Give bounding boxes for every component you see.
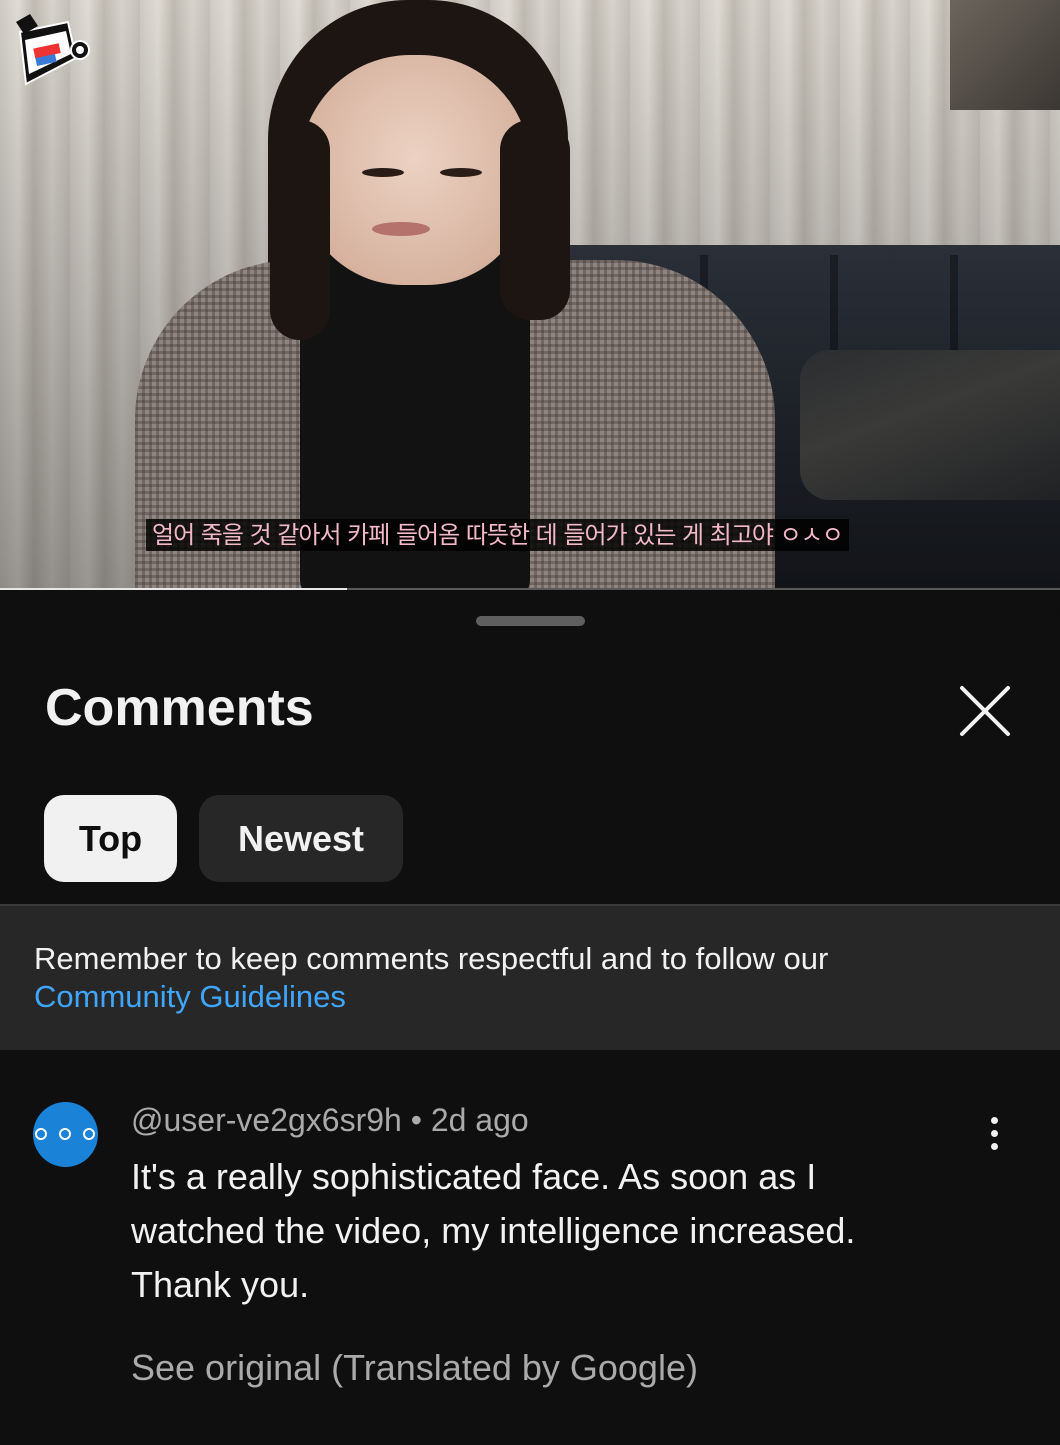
more-dot	[991, 1143, 998, 1150]
see-original-link[interactable]: See original (Translated by Google)	[131, 1346, 698, 1390]
comment-meta-separator: •	[410, 1102, 422, 1138]
close-icon[interactable]	[952, 678, 1018, 744]
person-lips	[372, 222, 430, 236]
comment-time: 2d ago	[430, 1102, 529, 1138]
avatar-dots-icon	[59, 1128, 71, 1140]
guidelines-message: Remember to keep comments respectful and…	[34, 941, 829, 976]
community-guidelines-link[interactable]: Community Guidelines	[34, 978, 1024, 1016]
video-pillow	[800, 350, 1060, 500]
video-background-wall	[950, 0, 1060, 110]
video-subtitle: 얼어 죽을 것 같아서 카페 들어옴 따뜻한 데 들어가 있는 게 최고야 ㅇㅅ…	[146, 519, 849, 551]
avatar[interactable]	[33, 1102, 98, 1167]
guidelines-banner: Remember to keep comments respectful and…	[0, 904, 1060, 1050]
person-eye	[440, 168, 482, 177]
avatar-dots-icon	[83, 1128, 95, 1140]
more-vertical-icon[interactable]	[978, 1114, 1012, 1154]
comments-sheet: Comments Top Newest Remember to keep com…	[0, 594, 1060, 1445]
channel-logo-camcorder-icon	[16, 14, 90, 86]
person-eye	[362, 168, 404, 177]
sort-tab-newest[interactable]: Newest	[199, 795, 403, 882]
comment-author[interactable]: @user-ve2gx6sr9h	[131, 1102, 402, 1138]
screen: 얼어 죽을 것 같아서 카페 들어옴 따뜻한 데 들어가 있는 게 최고야 ㅇㅅ…	[0, 0, 1060, 1445]
comments-title: Comments	[45, 679, 314, 737]
more-dot	[991, 1117, 998, 1124]
sort-tab-top[interactable]: Top	[44, 795, 177, 882]
person-hair-left	[270, 120, 330, 340]
person-face	[300, 55, 530, 285]
comment-meta: @user-ve2gx6sr9h • 2d ago	[131, 1100, 529, 1140]
comment-text: It's a really sophisticated face. As soo…	[131, 1156, 856, 1305]
sheet-drag-handle[interactable]	[476, 616, 585, 626]
video-progress-fill	[0, 588, 347, 590]
avatar-dots-icon	[35, 1128, 47, 1140]
video-progress-bar[interactable]	[0, 588, 1060, 590]
more-dot	[991, 1130, 998, 1137]
guidelines-text-block: Remember to keep comments respectful and…	[34, 940, 1024, 1016]
video-player[interactable]: 얼어 죽을 것 같아서 카페 들어옴 따뜻한 데 들어가 있는 게 최고야 ㅇㅅ…	[0, 0, 1060, 590]
person-hair-right	[500, 120, 570, 320]
